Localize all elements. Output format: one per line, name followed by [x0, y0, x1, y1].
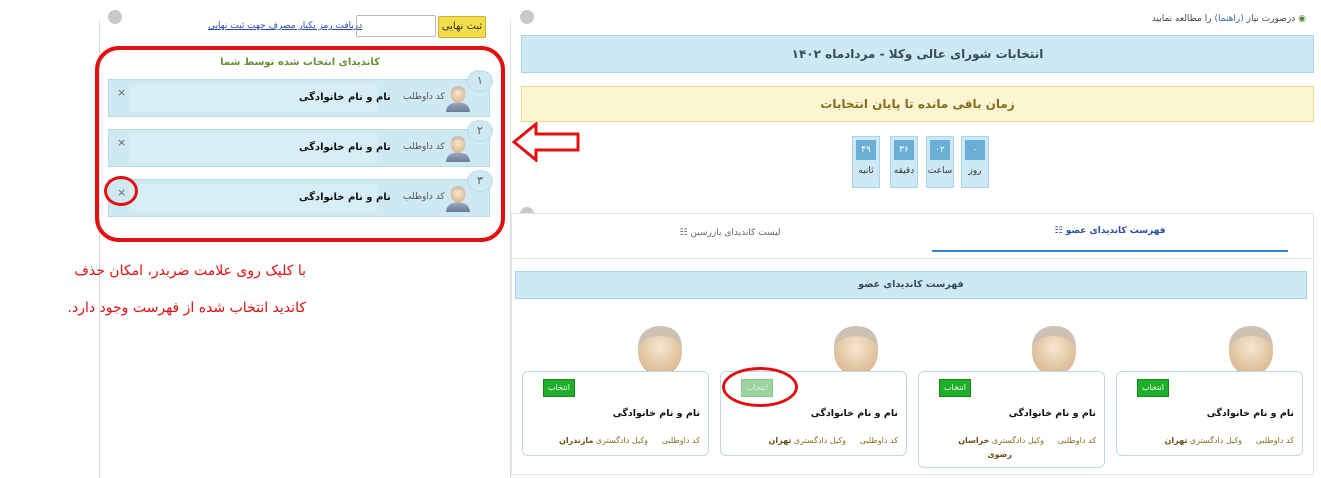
highlight-selected-box	[95, 46, 505, 242]
tab-label: لیست کاندیدای بازرسین	[690, 228, 781, 238]
get-one-time-password-link[interactable]: دریافت رمز یکبار مصرف جهت ثبت نهایی	[208, 21, 362, 31]
choose-candidate-button[interactable]: انتخاب	[1137, 379, 1169, 397]
candidate-bar-association: وکیل دادگستری تهران	[1165, 436, 1242, 445]
guide-text: درصورت نیاز	[1246, 14, 1296, 24]
candidate-card: انتخاب نام و نام خانوادگی کد داوطلبی وکی…	[918, 371, 1105, 468]
choose-candidate-button[interactable]: انتخاب	[543, 379, 575, 397]
candidate-bar-association: وکیل دادگستری مازندران	[559, 436, 648, 445]
guide-text: را مطالعه نمایید	[1151, 14, 1212, 24]
tab-inspector-candidates[interactable]: ☷ لیست کاندیدای بازرسین	[540, 228, 920, 238]
candidate-card: انتخاب نام و نام خانوادگی کد داوطلبی وکی…	[1116, 371, 1303, 456]
tab-divider	[511, 258, 1314, 259]
candidate-bar-association: وکیل دادگستری خراسان	[958, 436, 1044, 445]
candidate-list-header: فهرست کاندیدای عضو	[515, 271, 1307, 299]
election-title: انتخابات شورای عالی وکلا - مردادماه ۱۴۰۲	[521, 35, 1314, 73]
timer-seconds-value: ۴۹	[856, 140, 876, 160]
timer-minutes-value: ۳۶	[894, 140, 914, 160]
tab-member-candidates[interactable]: ☷ فهرست کاندیدای عضو	[932, 226, 1288, 236]
candidate-card: انتخاب نام و نام خانوادگی کد داوطلبی وکی…	[522, 371, 709, 456]
panel-handle-dot	[108, 10, 122, 24]
guide-notice: ◉ درصورت نیاز (راهنما) را مطالعه نمایید	[1000, 14, 1306, 24]
bar-city: تهران	[1164, 436, 1188, 445]
left-arrow-icon	[512, 122, 580, 162]
remove-hint-line-2: کاندید انتخاب شده از فهرست وجود دارد.	[67, 300, 306, 316]
candidate-code-label: کد داوطلبی	[1057, 436, 1096, 445]
timer-hours-value: ۰۲	[930, 140, 950, 160]
choose-candidate-button[interactable]: انتخاب	[939, 379, 971, 397]
bar-city: مازندران	[559, 436, 594, 445]
panel-handle-dot	[520, 10, 534, 24]
bar-prefix: وکیل دادگستری	[1189, 436, 1242, 445]
bar-city: تهران	[768, 436, 792, 445]
timer-seconds-label: ثانیه	[858, 166, 874, 176]
guide-link[interactable]: (راهنما)	[1214, 14, 1243, 24]
tab-label: فهرست کاندیدای عضو	[1065, 226, 1166, 236]
candidate-code-label: کد داوطلبی	[1255, 436, 1294, 445]
timer-days-value: ۰	[965, 140, 985, 160]
timer-hours-label: ساعت	[927, 166, 953, 176]
highlight-remove-circle	[104, 176, 138, 206]
candidate-name: نام و نام خانوادگی	[1008, 408, 1096, 419]
bar-prefix: وکیل دادگستری	[793, 436, 846, 445]
timer-days: ۰ روز	[961, 136, 989, 188]
bar-city-extra: رضوی	[987, 450, 1012, 459]
active-tab-indicator	[932, 250, 1288, 252]
timer-seconds: ۴۹ ثانیه	[852, 136, 880, 188]
timer-minutes: ۳۶ دقیقه	[890, 136, 918, 188]
one-time-password-input[interactable]	[356, 15, 436, 37]
highlight-chosen-button-circle	[722, 367, 798, 407]
candidate-name: نام و نام خانوادگی	[612, 408, 700, 419]
candidate-bar-association: وکیل دادگستری تهران	[769, 436, 846, 445]
remaining-time-title: زمان باقی مانده تا پایان انتخابات	[521, 86, 1314, 122]
timer-hours: ۰۲ ساعت	[926, 136, 954, 188]
list-icon: ☷	[679, 228, 688, 238]
candidate-name: نام و نام خانوادگی	[810, 408, 898, 419]
candidate-code-label: کد داوطلبی	[859, 436, 898, 445]
bar-prefix: وکیل دادگستری	[595, 436, 648, 445]
bar-city: خراسان	[958, 436, 990, 445]
bar-prefix: وکیل دادگستری	[991, 436, 1044, 445]
remove-hint-line-1: با کلیک روی علامت ضربدر، امکان حذف	[74, 263, 306, 279]
final-submit-button[interactable]: ثبت نهایی	[438, 16, 486, 38]
candidate-code-label: کد داوطلبی	[661, 436, 700, 445]
candidate-name: نام و نام خانوادگی	[1206, 408, 1294, 419]
list-icon: ☷	[1054, 226, 1063, 236]
timer-minutes-label: دقیقه	[893, 166, 915, 176]
timer-days-label: روز	[968, 166, 982, 176]
info-icon: ◉	[1298, 14, 1306, 24]
